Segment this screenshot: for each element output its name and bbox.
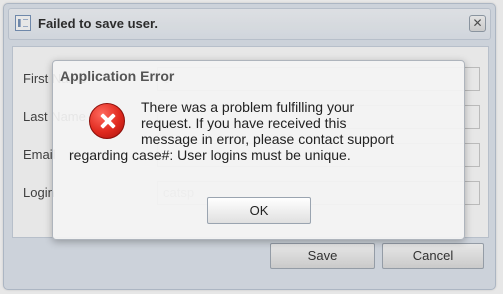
error-message-line: message in error, please contact support — [141, 131, 394, 147]
error-message-line: regarding case#: User logins must be uni… — [69, 147, 351, 163]
error-dialog-title: Application Error — [60, 68, 175, 84]
ok-button[interactable]: OK — [207, 197, 311, 224]
error-message-line: request. If you have received this — [141, 115, 347, 131]
error-message-line: There was a problem fulfilling your — [141, 99, 355, 115]
error-message: There was a problem fulfilling your requ… — [69, 99, 453, 163]
application-error-dialog: Application Error There was a problem fu… — [52, 60, 465, 240]
